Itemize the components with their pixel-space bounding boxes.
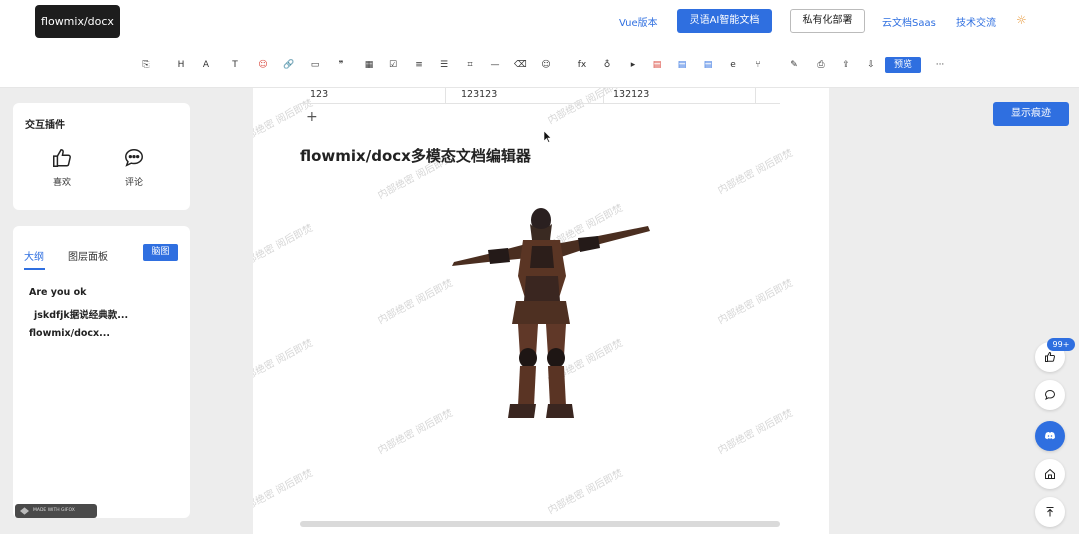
- watermark: 内部绝密 阅后即焚: [376, 277, 455, 327]
- like-plugin-button[interactable]: 喜欢: [42, 147, 82, 188]
- erase-icon[interactable]: ✎: [788, 59, 800, 71]
- made-with-label: MADE WITH GIFOX: [33, 508, 75, 513]
- mindmap-button[interactable]: 脑图: [143, 244, 178, 261]
- show-traces-button[interactable]: 显示痕迹: [993, 102, 1069, 126]
- show-traces-label: 显示痕迹: [1011, 108, 1051, 119]
- discord-float-button[interactable]: [1035, 421, 1065, 451]
- table-column-divider: [755, 88, 756, 103]
- thumbs-up-icon: [1045, 351, 1055, 362]
- divider-icon[interactable]: —: [489, 59, 501, 71]
- mic-icon[interactable]: ♁: [601, 59, 613, 71]
- document-canvas[interactable]: 内部绝密 阅后即焚 内部绝密 阅后即焚 内部绝密 阅后即焚 内部绝密 阅后即焚 …: [253, 88, 829, 534]
- link-icon[interactable]: 🔗: [283, 59, 295, 71]
- discord-icon: [1045, 432, 1055, 440]
- watermark: 内部绝密 阅后即焚: [716, 407, 795, 457]
- branch-icon[interactable]: ⑂: [752, 59, 764, 71]
- export-icon[interactable]: ⇪: [840, 59, 852, 71]
- outline-item[interactable]: jskdfjk据说经典款...: [34, 307, 128, 321]
- font-icon[interactable]: A: [200, 59, 212, 71]
- like-label: 喜欢: [52, 178, 71, 188]
- back-to-top-button[interactable]: [1035, 497, 1065, 527]
- vue-version-link[interactable]: Vue版本: [619, 14, 658, 29]
- formula-icon[interactable]: fx: [576, 59, 588, 71]
- outline-panel: 大纲 图层面板 脑图 Are you ok jskdfjk据说经典款... fl…: [13, 226, 190, 518]
- watermark: 内部绝密 阅后即焚: [716, 277, 795, 327]
- comment-plugin-button[interactable]: 评论: [114, 147, 154, 188]
- arrow-up-icon: [1046, 507, 1054, 517]
- watermark: 内部绝密 阅后即焚: [546, 467, 625, 517]
- outline-item[interactable]: flowmix/docx...: [29, 328, 110, 339]
- table-column-divider: [445, 88, 446, 103]
- editor-toolbar: ⎘ H A T ☺ 🔗 ▭ ❞ ▦ ☑ ≡ ☰ ⌗ — ⌫ ☺ fx ♁ ▸ ▤ ▤ ▤ e ⑂ ✎ ⎙ ⇪ ⇩ 预览 ···: [0, 44, 1079, 88]
- quote-icon[interactable]: ❞: [335, 59, 347, 71]
- print-icon[interactable]: ⎙: [815, 59, 827, 71]
- table-cell[interactable]: 132123: [613, 88, 649, 103]
- outline-item[interactable]: Are you ok: [29, 287, 86, 298]
- text-size-icon[interactable]: T: [229, 59, 241, 71]
- emoticon-icon[interactable]: ☺: [540, 59, 552, 71]
- sun-icon[interactable]: ☼: [1016, 14, 1028, 26]
- word-icon[interactable]: ▤: [676, 59, 688, 71]
- ai-doc-button[interactable]: 灵语AI智能文档: [677, 9, 772, 33]
- add-row-button[interactable]: +: [306, 110, 318, 124]
- document-table[interactable]: 123 123123 132123: [300, 88, 780, 104]
- pdf-icon[interactable]: ▤: [651, 59, 663, 71]
- comment-label: 评论: [124, 178, 143, 188]
- watermark: 内部绝密 阅后即焚: [376, 407, 455, 457]
- plugins-title: 交互插件: [25, 120, 65, 131]
- edge-icon[interactable]: e: [727, 59, 739, 71]
- emoji-icon[interactable]: ☺: [257, 59, 269, 71]
- bullet-list-icon[interactable]: ☰: [438, 59, 450, 71]
- table-column-divider: [603, 88, 604, 103]
- preview-button[interactable]: 预览: [885, 57, 921, 73]
- tab-outline[interactable]: 大纲: [24, 248, 44, 263]
- like-count-badge: 99+: [1047, 338, 1075, 351]
- watermark: 内部绝密 阅后即焚: [253, 337, 315, 387]
- watermark: 内部绝密 阅后即焚: [253, 222, 315, 272]
- more-icon[interactable]: ···: [934, 59, 946, 71]
- clear-format-icon[interactable]: ⌫: [514, 59, 527, 71]
- document-heading[interactable]: flowmix/docx多模态文档编辑器: [300, 145, 531, 166]
- private-deploy-button[interactable]: 私有化部署: [790, 9, 865, 33]
- ordered-list-icon[interactable]: ≡: [413, 59, 425, 71]
- home-float-button[interactable]: [1035, 459, 1065, 489]
- heading-icon[interactable]: H: [175, 59, 187, 71]
- top-navbar: flowmix/docx Vue版本 灵语AI智能文档 私有化部署 云文档Saa…: [0, 0, 1079, 44]
- doc-icon[interactable]: ▤: [702, 59, 714, 71]
- table-cell[interactable]: 123123: [461, 88, 497, 103]
- interactive-plugins-panel: 交互插件 喜欢 评论: [13, 103, 190, 210]
- tab-layers[interactable]: 图层面板: [68, 248, 108, 263]
- checkbox-icon[interactable]: ☑: [387, 59, 399, 71]
- watermark: 内部绝密 阅后即焚: [716, 147, 795, 197]
- thumbs-up-icon: [53, 149, 71, 167]
- mouse-cursor-icon: [544, 131, 552, 143]
- format-painter-icon[interactable]: ⎘: [140, 59, 152, 71]
- video-icon[interactable]: ▸: [627, 59, 639, 71]
- code-icon[interactable]: ⌗: [464, 59, 476, 71]
- active-tab-indicator: [24, 268, 45, 270]
- image-icon[interactable]: ▭: [309, 59, 321, 71]
- tech-exchange-link[interactable]: 技术交流: [956, 14, 996, 29]
- home-icon: [1045, 468, 1055, 479]
- 3d-model-viewer[interactable]: [448, 206, 653, 421]
- gifox-logo-icon: [20, 507, 29, 515]
- made-with-badge: MADE WITH GIFOX: [15, 504, 97, 518]
- comment-icon: [1044, 389, 1056, 400]
- cloud-saas-link[interactable]: 云文档Saas: [882, 14, 936, 29]
- horizontal-scrollbar[interactable]: [300, 521, 780, 527]
- table-icon[interactable]: ▦: [363, 59, 375, 71]
- comment-float-button[interactable]: [1035, 380, 1065, 410]
- download-icon[interactable]: ⇩: [865, 59, 877, 71]
- watermark: 内部绝密 阅后即焚: [253, 467, 315, 517]
- app-logo[interactable]: flowmix/docx: [35, 5, 120, 38]
- comment-icon: [125, 149, 143, 167]
- table-cell[interactable]: 123: [310, 88, 328, 103]
